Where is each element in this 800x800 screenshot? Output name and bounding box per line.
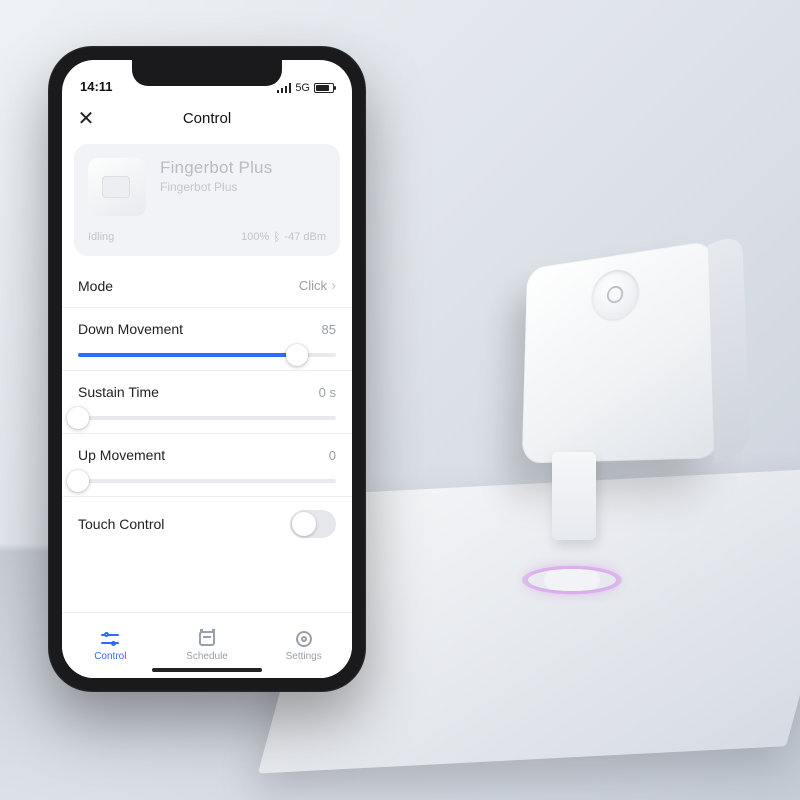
mode-value: Click — [299, 278, 327, 293]
touch-control-toggle[interactable] — [290, 510, 336, 538]
up-movement-label: Up Movement — [78, 447, 165, 463]
bluetooth-icon: ᛒ — [273, 230, 280, 244]
touch-control-label: Touch Control — [78, 516, 164, 532]
chevron-right-icon: › — [331, 277, 336, 294]
device-card[interactable]: Fingerbot Plus Fingerbot Plus Idling 100… — [74, 144, 340, 256]
device-thumbnail-icon — [88, 158, 146, 216]
device-battery: 100% — [241, 231, 269, 243]
down-movement-slider[interactable] — [78, 353, 336, 357]
sustain-time-row: Sustain Time 0 s — [62, 371, 352, 434]
sustain-time-label: Sustain Time — [78, 384, 159, 400]
device-plunger — [552, 452, 596, 540]
settings-icon — [296, 631, 312, 647]
close-icon: ✕ — [78, 106, 95, 131]
toggle-knob[interactable] — [292, 512, 316, 536]
tab-settings-label: Settings — [286, 651, 322, 662]
mode-row[interactable]: Mode Click › — [62, 264, 352, 308]
phone-screen: 14:11 5G ✕ Control Fingerbot Plus Finger… — [62, 60, 352, 678]
tab-control[interactable]: Control — [62, 613, 159, 678]
device-state: Idling — [88, 231, 114, 243]
device-model: Fingerbot Plus — [160, 180, 326, 194]
tab-settings[interactable]: Settings — [255, 613, 352, 678]
down-movement-label: Down Movement — [78, 321, 183, 337]
status-time: 14:11 — [80, 79, 113, 94]
schedule-icon — [199, 631, 215, 646]
fingerbot-device — [522, 240, 721, 463]
tab-schedule-label: Schedule — [186, 651, 228, 662]
up-movement-value: 0 — [329, 448, 336, 463]
page-title: Control — [183, 110, 231, 127]
up-movement-row: Up Movement 0 — [62, 434, 352, 497]
device-signal: -47 dBm — [284, 231, 326, 243]
sustain-time-value: 0 s — [319, 385, 336, 400]
nav-bar: ✕ Control — [62, 98, 352, 138]
device-top-button-icon — [592, 267, 639, 322]
control-icon — [101, 632, 119, 646]
slider-thumb[interactable] — [67, 470, 89, 492]
down-movement-value: 85 — [322, 322, 336, 337]
power-button-ring-icon — [528, 569, 616, 591]
signal-icon — [277, 83, 291, 93]
touch-control-row: Touch Control — [62, 497, 352, 551]
home-indicator[interactable] — [152, 668, 262, 672]
phone-frame: 14:11 5G ✕ Control Fingerbot Plus Finger… — [48, 46, 366, 692]
mode-label: Mode — [78, 278, 113, 294]
device-name: Fingerbot Plus — [160, 158, 326, 178]
sustain-time-slider[interactable] — [78, 416, 336, 420]
down-movement-row: Down Movement 85 — [62, 308, 352, 371]
tab-control-label: Control — [94, 651, 126, 662]
up-movement-slider[interactable] — [78, 479, 336, 483]
battery-icon — [314, 83, 334, 93]
close-button[interactable]: ✕ — [76, 108, 96, 128]
slider-thumb[interactable] — [67, 407, 89, 429]
settings-list: Mode Click › Down Movement 85 — [62, 264, 352, 551]
phone-notch — [132, 60, 282, 86]
slider-thumb[interactable] — [286, 344, 308, 366]
status-network: 5G — [295, 82, 310, 94]
tab-bar: Control Schedule Settings — [62, 612, 352, 678]
